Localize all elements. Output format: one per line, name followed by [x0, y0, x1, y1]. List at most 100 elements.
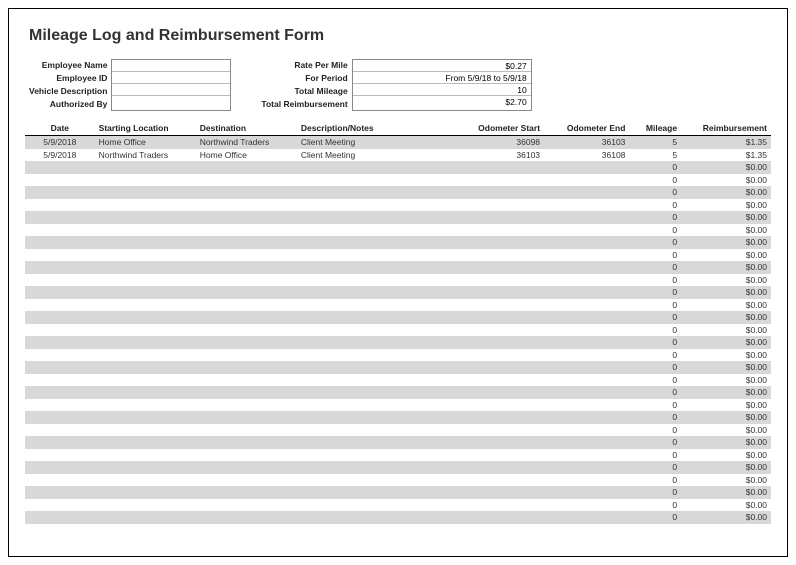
cell-date[interactable]: [25, 474, 95, 487]
cell-desc[interactable]: [297, 324, 454, 337]
cell-dest[interactable]: [196, 436, 297, 449]
cell-date[interactable]: [25, 449, 95, 462]
cell-ostart[interactable]: [454, 161, 544, 174]
cell-desc[interactable]: [297, 461, 454, 474]
cell-date[interactable]: [25, 399, 95, 412]
cell-reimb[interactable]: $1.35: [681, 136, 771, 149]
cell-desc[interactable]: [297, 299, 454, 312]
cell-desc[interactable]: [297, 449, 454, 462]
cell-dest[interactable]: [196, 211, 297, 224]
cell-ostart[interactable]: [454, 286, 544, 299]
cell-desc[interactable]: [297, 186, 454, 199]
cell-reimb[interactable]: $0.00: [681, 449, 771, 462]
value-employee-id[interactable]: [112, 72, 230, 84]
cell-mileage[interactable]: 0: [629, 211, 681, 224]
cell-oend[interactable]: [544, 174, 629, 187]
cell-dest[interactable]: [196, 224, 297, 237]
cell-ostart[interactable]: 36103: [454, 149, 544, 162]
cell-start[interactable]: [95, 161, 196, 174]
cell-date[interactable]: 5/9/2018: [25, 136, 95, 149]
cell-oend[interactable]: [544, 261, 629, 274]
cell-reimb[interactable]: $0.00: [681, 399, 771, 412]
cell-start[interactable]: [95, 336, 196, 349]
cell-desc[interactable]: [297, 286, 454, 299]
cell-oend[interactable]: [544, 324, 629, 337]
cell-desc[interactable]: [297, 386, 454, 399]
cell-reimb[interactable]: $0.00: [681, 236, 771, 249]
cell-date[interactable]: [25, 511, 95, 524]
cell-desc[interactable]: Client Meeting: [297, 136, 454, 149]
cell-reimb[interactable]: $0.00: [681, 299, 771, 312]
cell-date[interactable]: [25, 336, 95, 349]
cell-desc[interactable]: [297, 211, 454, 224]
cell-date[interactable]: [25, 324, 95, 337]
cell-ostart[interactable]: [454, 299, 544, 312]
cell-reimb[interactable]: $0.00: [681, 511, 771, 524]
cell-desc[interactable]: [297, 224, 454, 237]
cell-date[interactable]: [25, 411, 95, 424]
cell-oend[interactable]: [544, 161, 629, 174]
cell-reimb[interactable]: $1.35: [681, 149, 771, 162]
cell-start[interactable]: [95, 461, 196, 474]
cell-date[interactable]: [25, 424, 95, 437]
cell-ostart[interactable]: [454, 399, 544, 412]
cell-mileage[interactable]: 0: [629, 449, 681, 462]
cell-ostart[interactable]: [454, 336, 544, 349]
cell-oend[interactable]: [544, 399, 629, 412]
cell-oend[interactable]: [544, 211, 629, 224]
cell-ostart[interactable]: [454, 436, 544, 449]
cell-date[interactable]: [25, 174, 95, 187]
cell-desc[interactable]: [297, 174, 454, 187]
cell-reimb[interactable]: $0.00: [681, 249, 771, 262]
cell-reimb[interactable]: $0.00: [681, 461, 771, 474]
cell-dest[interactable]: [196, 261, 297, 274]
cell-reimb[interactable]: $0.00: [681, 211, 771, 224]
cell-start[interactable]: [95, 324, 196, 337]
cell-mileage[interactable]: 0: [629, 236, 681, 249]
cell-reimb[interactable]: $0.00: [681, 199, 771, 212]
cell-ostart[interactable]: [454, 361, 544, 374]
cell-reimb[interactable]: $0.00: [681, 224, 771, 237]
cell-dest[interactable]: [196, 374, 297, 387]
cell-dest[interactable]: Northwind Traders: [196, 136, 297, 149]
cell-dest[interactable]: [196, 236, 297, 249]
cell-reimb[interactable]: $0.00: [681, 324, 771, 337]
cell-dest[interactable]: Home Office: [196, 149, 297, 162]
cell-start[interactable]: [95, 349, 196, 362]
cell-dest[interactable]: [196, 411, 297, 424]
cell-desc[interactable]: [297, 424, 454, 437]
cell-ostart[interactable]: [454, 236, 544, 249]
cell-oend[interactable]: [544, 199, 629, 212]
cell-desc[interactable]: [297, 274, 454, 287]
cell-oend[interactable]: [544, 274, 629, 287]
cell-start[interactable]: [95, 199, 196, 212]
cell-date[interactable]: [25, 374, 95, 387]
cell-mileage[interactable]: 0: [629, 399, 681, 412]
cell-ostart[interactable]: [454, 211, 544, 224]
cell-desc[interactable]: [297, 499, 454, 512]
cell-ostart[interactable]: [454, 411, 544, 424]
cell-reimb[interactable]: $0.00: [681, 261, 771, 274]
cell-ostart[interactable]: [454, 449, 544, 462]
cell-reimb[interactable]: $0.00: [681, 174, 771, 187]
cell-oend[interactable]: [544, 311, 629, 324]
cell-desc[interactable]: [297, 249, 454, 262]
cell-mileage[interactable]: 0: [629, 174, 681, 187]
cell-dest[interactable]: [196, 486, 297, 499]
cell-oend[interactable]: 36108: [544, 149, 629, 162]
cell-dest[interactable]: [196, 399, 297, 412]
cell-ostart[interactable]: [454, 249, 544, 262]
cell-date[interactable]: [25, 436, 95, 449]
cell-desc[interactable]: [297, 199, 454, 212]
cell-oend[interactable]: [544, 374, 629, 387]
cell-desc[interactable]: [297, 336, 454, 349]
cell-start[interactable]: [95, 224, 196, 237]
cell-mileage[interactable]: 0: [629, 299, 681, 312]
cell-mileage[interactable]: 0: [629, 349, 681, 362]
cell-mileage[interactable]: 0: [629, 486, 681, 499]
cell-start[interactable]: [95, 411, 196, 424]
cell-date[interactable]: [25, 274, 95, 287]
cell-date[interactable]: [25, 349, 95, 362]
cell-ostart[interactable]: [454, 386, 544, 399]
cell-dest[interactable]: [196, 349, 297, 362]
